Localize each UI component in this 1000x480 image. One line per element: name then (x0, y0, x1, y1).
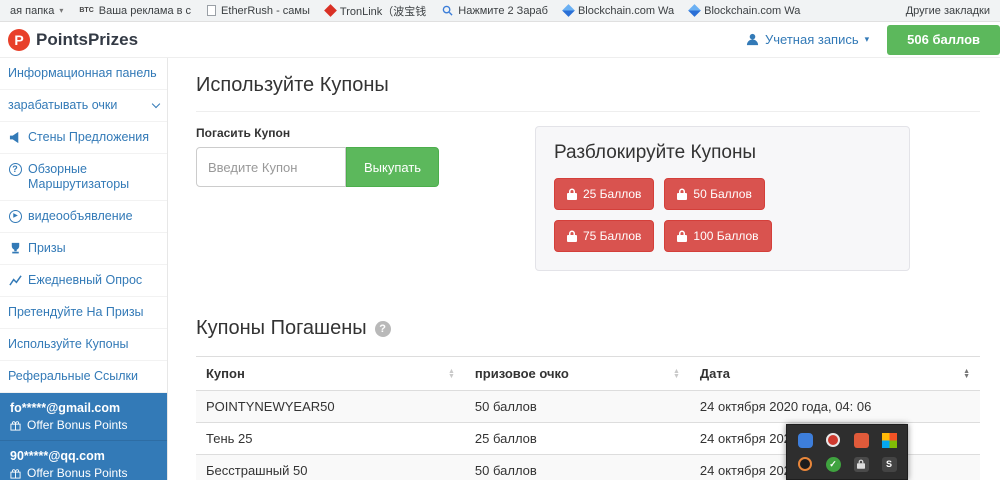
coupon-input[interactable] (196, 147, 346, 187)
divider (196, 111, 980, 112)
page-icon (207, 5, 216, 16)
tray-record-icon[interactable] (826, 433, 840, 447)
bookmark-item[interactable]: EtherRush - самы (207, 5, 310, 17)
offer-email: fo*****@gmail.com (10, 400, 157, 416)
lock-icon (677, 188, 687, 200)
cell-points: 50 баллов (465, 391, 690, 423)
points-badge[interactable]: 506 баллов (887, 25, 1000, 55)
play-circle-icon: ▶ (8, 210, 22, 223)
chevron-down-icon: ▾ (865, 34, 870, 45)
page-title: Используйте Купоны (196, 74, 980, 97)
unlock-coupons-panel: Разблокируйте Купоны 25 Баллов 50 Баллов… (535, 126, 910, 271)
tray-antivirus-icon[interactable]: ✓ (826, 457, 841, 472)
cell-coupon: POINTYNEWYEAR50 (196, 391, 465, 423)
account-label: Учетная запись (765, 32, 859, 47)
bookmark-item[interactable]: Нажмите 2 Зараб (442, 5, 548, 17)
pointsprizes-logo-icon: P (8, 29, 30, 51)
bookmark-item[interactable]: Blockchain.com Wa (690, 5, 800, 17)
sort-icon: ▲▼ (673, 369, 680, 379)
app-header: P PointsPrizes Учетная запись ▾ 506 балл… (0, 22, 1000, 58)
megaphone-icon (8, 131, 22, 144)
sidebar-item-referral-links[interactable]: Реферальные Ссылки (0, 361, 167, 393)
offer-label: Offer Bonus Points (27, 466, 128, 480)
search-icon (442, 5, 453, 16)
chevron-down-icon: ▾ (59, 6, 63, 15)
sidebar-item-offer-walls[interactable]: Стены Предложения (0, 122, 167, 154)
bookmark-label: Ваша реклама в с (99, 5, 191, 17)
sidebar-item-prizes[interactable]: Призы (0, 233, 167, 265)
bookmark-label: Blockchain.com Wa (578, 5, 674, 17)
lock-icon (567, 188, 577, 200)
system-tray-popup: ✓ S (786, 424, 908, 480)
brand-logo-link[interactable]: P PointsPrizes (8, 29, 138, 51)
redeemed-section-title: Купоны Погашены ? (196, 317, 980, 340)
bookmarks-bar: ая папка ▾ BTC Ваша реклама в с EtherRus… (0, 0, 1000, 22)
cell-date: 24 октября 2020 года, 04: 06 (690, 391, 980, 423)
question-circle-icon: ? (8, 163, 22, 176)
blockchain-icon (562, 4, 575, 17)
help-icon[interactable]: ? (375, 321, 391, 337)
sort-icon: ▲▼ (448, 369, 455, 379)
bookmark-item[interactable]: Blockchain.com Wa (564, 5, 674, 17)
btc-icon: BTC (79, 7, 93, 14)
other-bookmarks-button[interactable]: Другие закладки (906, 5, 990, 17)
lock-icon (677, 230, 687, 242)
unlock-50-button[interactable]: 50 Баллов (664, 178, 764, 210)
bookmark-item[interactable]: TronLink（波宝钱 (326, 3, 426, 19)
chevron-down-icon (152, 100, 160, 108)
bookmark-folder[interactable]: ая папка ▾ (10, 5, 63, 17)
sidebar-item-use-coupons[interactable]: Используйте Купоны (0, 329, 167, 361)
brand-name: PointsPrizes (36, 30, 138, 50)
offer-label: Offer Bonus Points (27, 418, 128, 433)
cell-coupon: Бесстрашный 50 (196, 455, 465, 480)
tray-player-icon[interactable] (798, 457, 812, 471)
sidebar-item-video-ads[interactable]: ▶ видеообъявление (0, 201, 167, 233)
line-chart-icon (8, 274, 22, 287)
user-icon (746, 33, 759, 46)
tray-messenger-icon[interactable] (798, 433, 813, 448)
lock-icon (567, 230, 577, 242)
bookmark-label: TronLink（波宝钱 (340, 3, 426, 19)
tray-app-grid-icon[interactable] (882, 433, 897, 448)
unlock-100-button[interactable]: 100 Баллов (664, 220, 771, 252)
redeem-coupon-block: Погасить Купон Выкупать (196, 126, 439, 187)
blockchain-icon (688, 4, 701, 17)
sidebar-item-survey-routers[interactable]: ? Обзорные Маршрутизаторы (0, 154, 167, 201)
gift-icon (10, 420, 21, 431)
trophy-icon (8, 242, 22, 255)
sidebar-item-earn-points[interactable]: зарабатывать очки (0, 90, 167, 122)
tray-media-app-icon[interactable] (854, 433, 869, 448)
redeem-label: Погасить Купон (196, 126, 439, 140)
main-content: Используйте Купоны Погасить Купон Выкупа… (168, 58, 1000, 480)
tronlink-icon (324, 4, 337, 17)
cell-points: 25 баллов (465, 423, 690, 455)
bookmark-label: Blockchain.com Wa (704, 5, 800, 17)
unlock-title: Разблокируйте Купоны (554, 142, 891, 164)
sidebar-item-dashboard[interactable]: Информационная панель (0, 58, 167, 90)
bookmark-label: Нажмите 2 Зараб (458, 5, 548, 17)
sort-icon-active: ▲▼ (963, 369, 970, 379)
offer-email: 90*****@qq.com (10, 448, 157, 464)
table-row: POINTYNEWYEAR50 50 баллов 24 октября 202… (196, 391, 980, 423)
unlock-75-button[interactable]: 75 Баллов (554, 220, 654, 252)
bookmark-item[interactable]: BTC Ваша реклама в с (79, 5, 191, 17)
redeem-button[interactable]: Выкупать (346, 147, 439, 187)
sidebar: Информационная панель зарабатывать очки … (0, 58, 168, 480)
tray-lock-icon[interactable] (854, 457, 869, 472)
column-header-date[interactable]: Дата ▲▼ (690, 357, 980, 391)
bookmark-label: EtherRush - самы (221, 5, 310, 17)
account-menu[interactable]: Учетная запись ▾ (746, 32, 869, 47)
cell-coupon: Тень 25 (196, 423, 465, 455)
tray-s-app-icon[interactable]: S (882, 457, 897, 472)
offer-bonus-banner[interactable]: 90*****@qq.com Offer Bonus Points (0, 441, 167, 480)
column-header-coupon[interactable]: Купон ▲▼ (196, 357, 465, 391)
column-header-points[interactable]: призовое очко ▲▼ (465, 357, 690, 391)
sidebar-item-claim-prizes[interactable]: Претендуйте На Призы (0, 297, 167, 329)
gift-icon (10, 468, 21, 479)
offer-bonus-banner[interactable]: fo*****@gmail.com Offer Bonus Points (0, 393, 167, 441)
cell-points: 50 баллов (465, 455, 690, 480)
bookmark-label: ая папка (10, 5, 54, 17)
sidebar-item-daily-poll[interactable]: Ежедневный Опрос (0, 265, 167, 297)
unlock-25-button[interactable]: 25 Баллов (554, 178, 654, 210)
